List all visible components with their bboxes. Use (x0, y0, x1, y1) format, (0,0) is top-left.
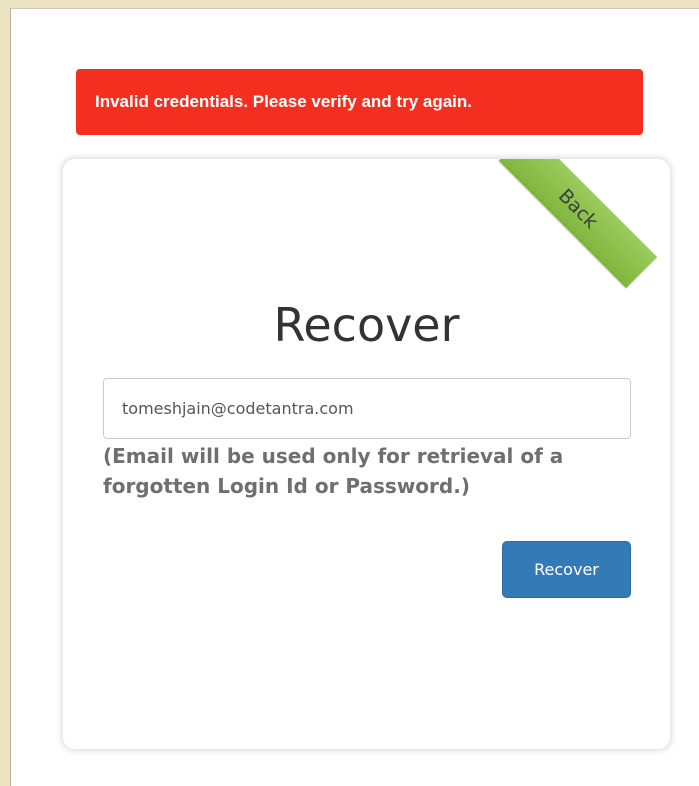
recover-button[interactable]: Recover (502, 541, 631, 598)
error-alert: Invalid credentials. Please verify and t… (76, 69, 643, 135)
recover-card: Back Recover (Email will be used only fo… (63, 159, 670, 749)
page-frame: Invalid credentials. Please verify and t… (10, 8, 699, 786)
error-alert-message: Invalid credentials. Please verify and t… (95, 92, 472, 111)
email-field[interactable] (103, 378, 631, 439)
email-usage-hint: (Email will be used only for retrieval o… (103, 444, 564, 498)
back-ribbon-label: Back (553, 184, 603, 234)
back-ribbon-link[interactable]: Back (498, 159, 658, 289)
page-title: Recover (273, 298, 460, 352)
